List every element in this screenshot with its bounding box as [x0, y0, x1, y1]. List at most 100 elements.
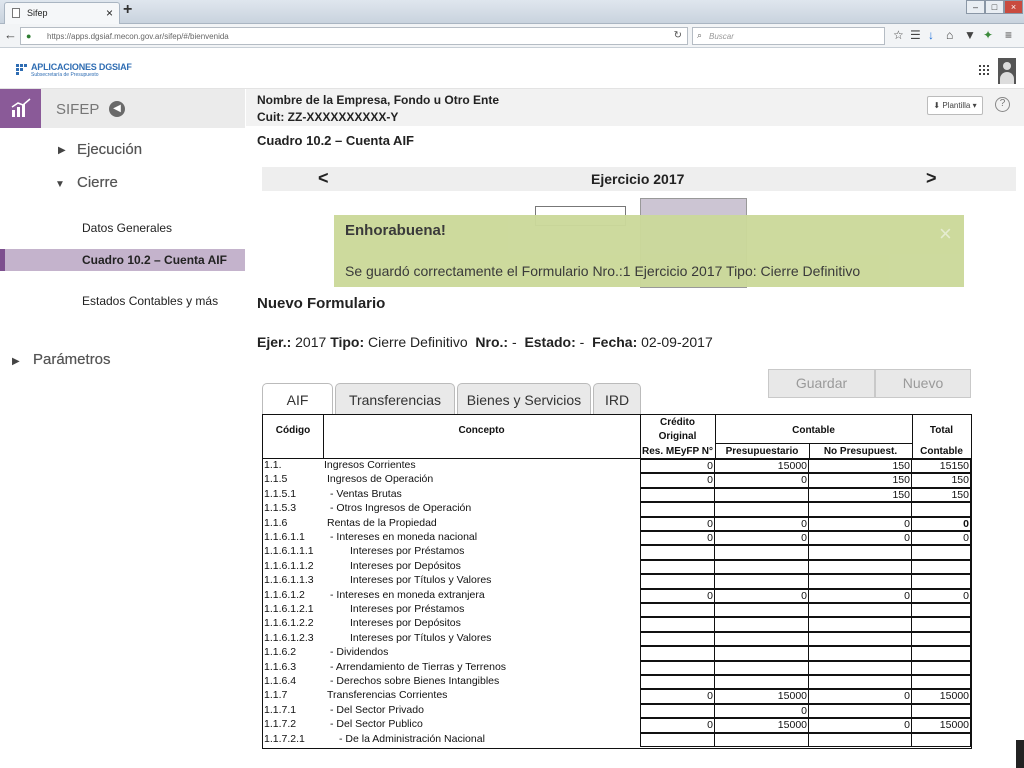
- value-cell[interactable]: [640, 559, 715, 575]
- menu-icon[interactable]: ≡: [1005, 28, 1012, 42]
- value-cell[interactable]: 0: [809, 718, 912, 733]
- value-cell[interactable]: [912, 631, 971, 647]
- value-cell[interactable]: [809, 646, 912, 661]
- help-icon[interactable]: ?: [995, 97, 1010, 112]
- value-cell[interactable]: 0: [715, 588, 809, 603]
- value-cell[interactable]: 0: [809, 516, 912, 531]
- value-cell[interactable]: 0: [912, 588, 971, 603]
- value-cell[interactable]: [640, 603, 715, 618]
- tab-aif[interactable]: AIF: [262, 383, 333, 415]
- value-cell[interactable]: [912, 559, 971, 575]
- tab-transferencias[interactable]: Transferencias: [335, 383, 455, 415]
- value-cell[interactable]: [715, 603, 809, 618]
- value-cell[interactable]: [640, 675, 715, 690]
- value-cell[interactable]: [715, 675, 809, 690]
- value-cell[interactable]: 0: [640, 473, 715, 488]
- close-tab-icon[interactable]: ×: [106, 6, 113, 20]
- sidebar-subitem-datos-generales[interactable]: Datos Generales: [82, 221, 172, 235]
- value-cell[interactable]: 150: [912, 473, 971, 488]
- star-icon[interactable]: ☆: [893, 28, 904, 42]
- value-cell[interactable]: [809, 559, 912, 575]
- value-cell[interactable]: [715, 617, 809, 632]
- value-cell[interactable]: 0: [640, 531, 715, 546]
- value-cell[interactable]: [640, 631, 715, 647]
- back-icon[interactable]: ←: [4, 27, 17, 42]
- value-cell[interactable]: 0: [809, 588, 912, 603]
- new-tab-button[interactable]: +: [123, 1, 132, 19]
- avatar[interactable]: [998, 58, 1016, 84]
- value-cell[interactable]: 0: [715, 516, 809, 531]
- value-cell[interactable]: [715, 502, 809, 517]
- value-cell[interactable]: 15000: [912, 689, 971, 704]
- value-cell[interactable]: [912, 732, 971, 747]
- value-cell[interactable]: [715, 559, 809, 575]
- maximize-button[interactable]: □: [985, 0, 1004, 14]
- reload-icon[interactable]: ↻: [674, 30, 682, 41]
- prev-year-button[interactable]: <: [318, 168, 329, 189]
- value-cell[interactable]: [640, 487, 715, 503]
- value-cell[interactable]: 0: [640, 516, 715, 531]
- browser-tab[interactable]: Sifep ×: [4, 2, 120, 24]
- back-arrow-icon[interactable]: ◀: [109, 101, 125, 117]
- value-cell[interactable]: [640, 617, 715, 632]
- value-cell[interactable]: [912, 660, 971, 675]
- close-window-button[interactable]: ×: [1004, 0, 1023, 14]
- value-cell[interactable]: 15150: [912, 459, 971, 474]
- value-cell[interactable]: [640, 502, 715, 517]
- minimize-button[interactable]: –: [966, 0, 985, 14]
- value-cell[interactable]: [809, 545, 912, 560]
- value-cell[interactable]: [912, 574, 971, 589]
- value-cell[interactable]: [912, 675, 971, 690]
- browser-search-input[interactable]: ⌕ Buscar: [692, 27, 885, 45]
- value-cell[interactable]: 0: [715, 531, 809, 546]
- download-icon[interactable]: ↓: [928, 28, 934, 42]
- value-cell[interactable]: [640, 660, 715, 675]
- sidebar-item-parametros[interactable]: Parámetros: [33, 351, 111, 368]
- sidebar-subitem-estados-contables[interactable]: Estados Contables y más: [82, 294, 218, 308]
- apps-grid-icon[interactable]: [979, 65, 989, 75]
- tab-ird[interactable]: IRD: [593, 383, 641, 415]
- save-button[interactable]: Guardar: [768, 369, 875, 398]
- value-cell[interactable]: [809, 617, 912, 632]
- value-cell[interactable]: [809, 502, 912, 517]
- value-cell[interactable]: [912, 703, 971, 719]
- value-cell[interactable]: [715, 660, 809, 675]
- plantilla-button[interactable]: ⬇ Plantilla ▾: [927, 96, 983, 115]
- tab-bienes-y-servicios[interactable]: Bienes y Servicios: [457, 383, 591, 415]
- value-cell[interactable]: 0: [640, 689, 715, 704]
- value-cell[interactable]: [809, 660, 912, 675]
- close-icon[interactable]: ×: [939, 221, 952, 247]
- value-cell[interactable]: [809, 631, 912, 647]
- value-cell[interactable]: 15000: [715, 689, 809, 704]
- value-cell[interactable]: [640, 703, 715, 719]
- value-cell[interactable]: 0: [809, 531, 912, 546]
- value-cell[interactable]: [715, 732, 809, 747]
- value-cell[interactable]: [640, 732, 715, 747]
- value-cell[interactable]: [809, 675, 912, 690]
- extension-icon[interactable]: ✦: [983, 28, 993, 42]
- value-cell[interactable]: 0: [809, 689, 912, 704]
- value-cell[interactable]: 150: [809, 487, 912, 503]
- value-cell[interactable]: [715, 646, 809, 661]
- value-cell[interactable]: [640, 574, 715, 589]
- home-icon[interactable]: ⌂: [946, 28, 953, 42]
- value-cell[interactable]: [912, 617, 971, 632]
- value-cell[interactable]: 15000: [715, 718, 809, 733]
- value-cell[interactable]: 150: [912, 487, 971, 503]
- value-cell[interactable]: 150: [809, 473, 912, 488]
- value-cell[interactable]: [715, 574, 809, 589]
- next-year-button[interactable]: >: [926, 168, 937, 189]
- value-cell[interactable]: [809, 603, 912, 618]
- reading-list-icon[interactable]: ☰: [910, 28, 921, 42]
- value-cell[interactable]: 15000: [715, 459, 809, 474]
- value-cell[interactable]: 150: [809, 459, 912, 474]
- value-cell[interactable]: [640, 545, 715, 560]
- pocket-icon[interactable]: ▼: [964, 28, 976, 42]
- value-cell[interactable]: [715, 545, 809, 560]
- url-bar[interactable]: ● https://apps.dgsiaf.mecon.gov.ar/sifep…: [20, 27, 688, 45]
- value-cell[interactable]: 15000: [912, 718, 971, 733]
- value-cell[interactable]: [715, 487, 809, 503]
- value-cell[interactable]: [912, 502, 971, 517]
- value-cell[interactable]: 0: [640, 459, 715, 474]
- sidebar-item-cierre[interactable]: Cierre: [77, 174, 118, 191]
